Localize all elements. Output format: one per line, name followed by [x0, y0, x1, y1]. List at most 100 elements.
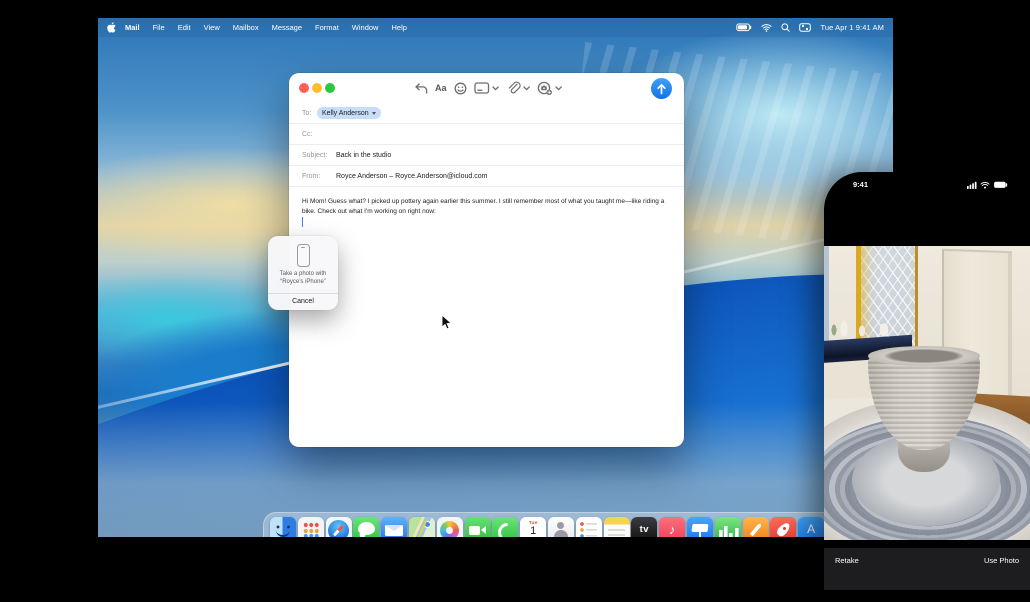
popup-message-line1: Take a photo with [280, 271, 327, 277]
calendar-icon: Tue1 [520, 517, 546, 537]
dock-item-reminders[interactable] [576, 517, 602, 537]
chevron-down-icon [555, 86, 562, 91]
music-icon: ♪ [659, 517, 685, 537]
camera-action-bar: Retake Use Photo [824, 548, 1030, 590]
menu-item-mailbox[interactable]: Mailbox [233, 23, 259, 32]
dock-item-phone[interactable] [492, 517, 518, 537]
menu-app-name[interactable]: Mail [125, 23, 140, 32]
attachment-button[interactable] [506, 81, 530, 95]
dock-item-keynote[interactable] [687, 517, 713, 537]
numbers-icon [715, 517, 741, 537]
menu-item-format[interactable]: Format [315, 23, 339, 32]
popup-message: Take a photo with “Royce’s iPhone” [277, 271, 330, 287]
dock-item-appstore[interactable]: A [798, 517, 824, 537]
dock-item-maps[interactable] [409, 517, 435, 537]
send-button[interactable] [651, 78, 672, 99]
iphone-clock: 9:41 [853, 180, 868, 189]
contacts-icon [548, 517, 574, 537]
dock-item-tv[interactable]: tv [631, 517, 657, 537]
close-button[interactable] [299, 83, 309, 93]
menu-item-window[interactable]: Window [352, 23, 379, 32]
tv-icon: tv [631, 517, 657, 537]
appstore-glyph: A [798, 517, 824, 537]
battery-icon[interactable] [736, 23, 752, 32]
dock-item-launchpad[interactable] [298, 517, 324, 537]
menu-bar: Mail File Edit View Mailbox Message Format Win… [98, 18, 893, 37]
menu-bar-status: Tue Apr 1 9:41 AM [736, 23, 884, 32]
dock-item-rocket[interactable] [770, 517, 796, 537]
compose-header-fields: To: Kelly Anderson Cc: Subject: Back in … [289, 103, 684, 187]
header-fields-icon [474, 82, 490, 94]
message-body[interactable]: Hi Mom! Guess what? I picked up pottery … [289, 188, 684, 226]
menu-item-file[interactable]: File [153, 23, 165, 32]
dock-item-mail[interactable] [381, 517, 407, 537]
continuity-camera-popup: Take a photo with “Royce’s iPhone” Cance… [268, 236, 338, 310]
dock-item-notes[interactable] [604, 517, 630, 537]
send-arrow-icon [656, 83, 667, 95]
menu-item-view[interactable]: View [204, 23, 220, 32]
menu-item-message[interactable]: Message [272, 23, 302, 32]
safari-icon [326, 517, 352, 537]
insert-photo-button[interactable] [537, 81, 562, 96]
dock: Tue1tv♪A↓ [263, 512, 893, 537]
dock-item-music[interactable]: ♪ [659, 517, 685, 537]
recipient-token[interactable]: Kelly Anderson [317, 107, 381, 120]
header-fields-button[interactable] [474, 82, 499, 94]
search-icon[interactable] [781, 23, 790, 32]
menu-items: File Edit View Mailbox Message Format Window He… [153, 23, 407, 32]
appstore-icon: A [798, 517, 824, 537]
dock-item-contacts[interactable] [548, 517, 574, 537]
compose-toolbar: Aa [414, 79, 562, 97]
phone-icon [492, 517, 518, 537]
menu-item-help[interactable]: Help [391, 23, 406, 32]
finder-icon [270, 517, 296, 537]
format-icon[interactable]: Aa [435, 83, 447, 93]
photo-pottery-pieces [830, 318, 906, 336]
cancel-button[interactable]: Cancel [268, 294, 338, 310]
control-center-icon[interactable] [799, 23, 811, 32]
compose-titlebar: Aa [289, 73, 684, 103]
emoji-icon[interactable] [454, 82, 467, 95]
menu-bar-clock[interactable]: Tue Apr 1 9:41 AM [820, 23, 884, 32]
from-value: Royce Anderson – Royce.Anderson@icloud.c… [336, 173, 487, 180]
dock-item-photos[interactable] [437, 517, 463, 537]
mouse-cursor [441, 314, 452, 335]
insert-photo-icon [537, 81, 553, 96]
camera-preview [824, 246, 1030, 540]
use-photo-button[interactable]: Use Photo [984, 556, 1019, 590]
dock-item-numbers[interactable] [715, 517, 741, 537]
music-glyph: ♪ [659, 517, 685, 537]
to-field[interactable]: To: Kelly Anderson [289, 103, 684, 124]
wifi-icon [980, 181, 990, 189]
minimize-button[interactable] [312, 83, 322, 93]
from-field[interactable]: From: Royce Anderson – Royce.Anderson@ic… [289, 166, 684, 187]
messages-icon [353, 517, 379, 537]
zoom-button[interactable] [325, 83, 335, 93]
mail-compose-window: Aa [289, 73, 684, 447]
iphone-icon [297, 244, 310, 267]
menu-item-edit[interactable]: Edit [178, 23, 191, 32]
retake-button[interactable]: Retake [835, 556, 859, 590]
dock-item-calendar[interactable]: Tue1 [520, 517, 546, 537]
pages-icon [743, 517, 769, 537]
wifi-icon[interactable] [761, 23, 772, 32]
message-body-text: Hi Mom! Guess what? I picked up pottery … [302, 198, 664, 215]
dock-item-pages[interactable] [743, 517, 769, 537]
apple-menu-icon[interactable] [107, 22, 116, 33]
keynote-icon [687, 517, 713, 537]
calendar-text-1: 1 [530, 526, 536, 537]
window-controls [299, 83, 335, 93]
cc-field[interactable]: Cc: [289, 124, 684, 145]
dock-item-safari[interactable] [326, 517, 352, 537]
cc-label: Cc: [302, 131, 313, 138]
dock-item-finder[interactable] [270, 517, 296, 537]
undo-icon[interactable] [414, 83, 428, 94]
from-label: From: [302, 173, 329, 180]
dock-item-facetime[interactable] [465, 517, 491, 537]
maps-icon [409, 517, 435, 537]
dock-item-messages[interactable] [353, 517, 379, 537]
subject-value: Back in the studio [336, 152, 391, 159]
iphone-continuity-camera: 9:41 Retake Use Photo [824, 172, 1030, 602]
subject-field[interactable]: Subject: Back in the studio [289, 145, 684, 166]
insertion-caret [302, 217, 304, 227]
